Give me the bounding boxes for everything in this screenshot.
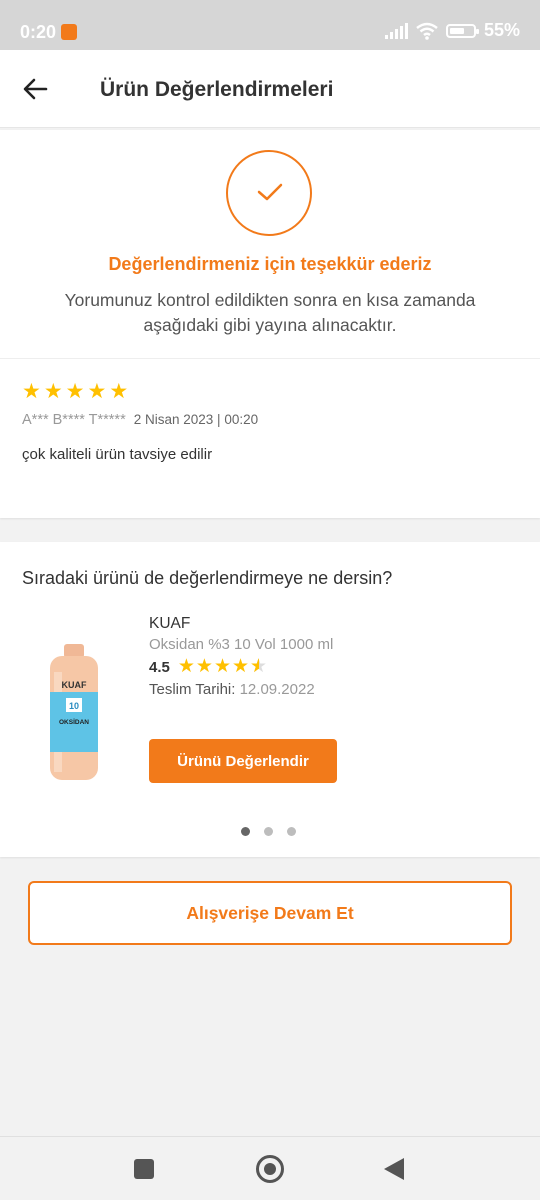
review-stars: ★ ★ ★ ★ ★ bbox=[22, 381, 128, 403]
reviewer-name: A*** B**** T***** bbox=[22, 412, 126, 428]
divider bbox=[0, 358, 540, 359]
back-button[interactable] bbox=[20, 74, 56, 104]
rate-product-button[interactable]: Ürünü Değerlendir bbox=[149, 739, 337, 783]
rating-stars: ★ ★ ★ ★ ★ bbox=[177, 656, 267, 678]
rating-value: 4.5 bbox=[149, 658, 170, 676]
status-bar: 0:20 55% bbox=[0, 0, 540, 50]
recent-apps-icon[interactable] bbox=[134, 1159, 154, 1179]
star-icon: ★ bbox=[177, 656, 195, 677]
success-check-icon bbox=[226, 150, 312, 236]
thanks-card: Değerlendirmeniz için teşekkür ederiz Yo… bbox=[0, 130, 540, 518]
product-image[interactable]: KUAF 10 OKSİDAN bbox=[44, 642, 104, 782]
carousel-pagination bbox=[241, 827, 296, 836]
back-arrow-icon bbox=[23, 78, 48, 100]
star-icon: ★ bbox=[22, 380, 41, 403]
thanks-description: Yorumunuz kontrol edildikten sonra en kı… bbox=[64, 290, 476, 335]
next-product-title: Sıradaki ürünü de değerlendirmeye ne der… bbox=[22, 568, 393, 588]
star-icon: ★ bbox=[87, 380, 107, 403]
page-title: Ürün Değerlendirmeleri bbox=[100, 78, 334, 101]
signal-icon bbox=[384, 22, 408, 39]
continue-shopping-button[interactable]: Alışverişe Devam Et bbox=[28, 881, 512, 945]
battery-level: 55% bbox=[483, 20, 520, 40]
product-name: Oksidan %3 10 Vol 1000 ml bbox=[149, 636, 334, 653]
pagination-dot[interactable] bbox=[287, 827, 296, 836]
product-rating: 4.5 ★ ★ ★ ★ ★ bbox=[149, 656, 267, 678]
app-notification-icon bbox=[61, 24, 77, 40]
product-brand: KUAF bbox=[149, 615, 191, 632]
battery-icon bbox=[445, 23, 479, 38]
next-product-card: Sıradaki ürünü de değerlendirmeye ne der… bbox=[0, 542, 540, 857]
star-icon: ★ bbox=[195, 656, 213, 677]
product-image-number: 10 bbox=[69, 701, 79, 711]
reviewer-line: A*** B**** T***** 2 Nisan 2023 | 00:20 bbox=[22, 412, 258, 428]
pagination-dot[interactable] bbox=[264, 827, 273, 836]
delivery-info: Teslim Tarihi: 12.09.2022 bbox=[149, 681, 315, 698]
status-time: 0:20 bbox=[20, 22, 57, 42]
delivery-label: Teslim Tarihi: bbox=[149, 681, 236, 698]
review-comment: çok kaliteli ürün tavsiye edilir bbox=[22, 446, 213, 463]
thanks-title: Değerlendirmeniz için teşekkür ederiz bbox=[108, 254, 432, 274]
star-icon: ★ bbox=[232, 656, 250, 677]
product-image-label: OKSİDAN bbox=[59, 718, 89, 726]
status-indicators: 55% bbox=[384, 20, 520, 41]
star-icon: ★ bbox=[109, 380, 129, 403]
half-star-icon: ★ bbox=[250, 657, 267, 678]
pagination-dot[interactable] bbox=[241, 827, 250, 836]
review-date: 2 Nisan 2023 | 00:20 bbox=[133, 412, 259, 427]
system-nav-bar bbox=[0, 1136, 540, 1200]
delivery-date: 12.09.2022 bbox=[239, 681, 315, 698]
nav-back-icon[interactable] bbox=[384, 1158, 404, 1180]
home-icon[interactable] bbox=[256, 1155, 284, 1183]
app-bar: Ürün Değerlendirmeleri bbox=[0, 50, 540, 128]
star-icon: ★ bbox=[65, 380, 85, 403]
star-icon: ★ bbox=[213, 656, 231, 677]
star-icon: ★ bbox=[43, 380, 63, 403]
wifi-icon bbox=[416, 22, 438, 40]
product-image-brand: KUAF bbox=[62, 680, 87, 690]
